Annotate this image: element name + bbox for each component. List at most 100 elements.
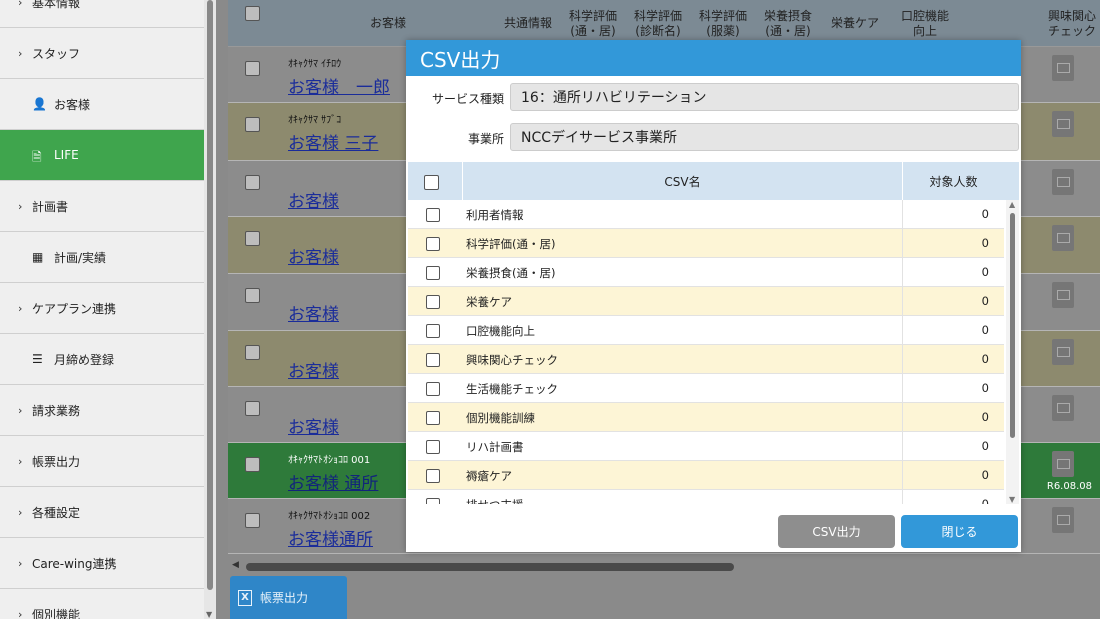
sidebar-item[interactable]: › Care-wing連携 xyxy=(0,538,204,589)
sidebar-item[interactable]: ☰ 月締め登録 xyxy=(0,334,204,385)
sidebar-item[interactable]: 👤 お客様 xyxy=(0,79,204,130)
scroll-up-arrow-icon[interactable]: ▲ xyxy=(1009,200,1015,209)
csv-item-checkbox[interactable] xyxy=(426,266,440,280)
csv-item-name: 個別機能訓練 xyxy=(466,411,535,425)
customer-name-link[interactable]: お客様 一郎 xyxy=(288,73,390,98)
row-checkbox[interactable] xyxy=(245,175,260,190)
sidebar-scrollbar[interactable]: ▼ xyxy=(204,0,216,619)
sidebar-item[interactable]: › スタッフ xyxy=(0,28,204,79)
list-item[interactable]: 排せつ支援 0 xyxy=(408,490,1004,504)
office-field: NCCデイサービス事業所 xyxy=(510,123,1019,151)
check-sheet-icon[interactable] xyxy=(1052,339,1074,365)
csv-item-name: 褥瘡ケア xyxy=(466,469,512,483)
sidebar-item-label: お客様 xyxy=(54,97,91,112)
list-item[interactable]: 生活機能チェック 0 xyxy=(408,374,1004,403)
csv-item-checkbox[interactable] xyxy=(426,440,440,454)
row-date: R6.08.08 xyxy=(1046,481,1092,492)
sidebar-item[interactable]: › 計画書 xyxy=(0,181,204,232)
document-icon: 🗎 xyxy=(32,150,42,164)
list-item[interactable]: 褥瘡ケア 0 xyxy=(408,461,1004,490)
horizontal-scroll-thumb[interactable] xyxy=(246,563,734,571)
csv-item-checkbox[interactable] xyxy=(426,295,440,309)
check-sheet-icon[interactable] xyxy=(1052,507,1074,533)
select-all-csv-checkbox[interactable] xyxy=(424,175,439,190)
table-horizontal-scrollbar[interactable]: ◀ xyxy=(228,560,1100,574)
list-item[interactable]: 科学評価(通・居) 0 xyxy=(408,229,1004,258)
check-sheet-icon[interactable] xyxy=(1052,282,1074,308)
customer-name-link[interactable]: お客様 xyxy=(288,357,339,382)
row-checkbox[interactable] xyxy=(245,231,260,246)
csv-export-button[interactable]: CSV出力 xyxy=(778,515,895,548)
csv-item-checkbox[interactable] xyxy=(426,353,440,367)
sidebar-item[interactable]: › 基本情報 xyxy=(0,0,204,28)
list-item[interactable]: 口腔機能向上 0 xyxy=(408,316,1004,345)
csv-item-count: 0 xyxy=(902,432,1004,461)
sidebar-item[interactable]: › 個別機能 xyxy=(0,589,204,619)
csv-item-checkbox[interactable] xyxy=(426,469,440,483)
csv-item-checkbox[interactable] xyxy=(426,237,440,251)
sidebar-item[interactable]: › 帳票出力 xyxy=(0,436,204,487)
chevron-right-icon: › xyxy=(18,199,23,213)
csv-item-checkbox[interactable] xyxy=(426,324,440,338)
customer-name-link[interactable]: お客様 xyxy=(288,300,339,325)
row-checkbox[interactable] xyxy=(245,513,260,528)
sidebar-item-label: LIFE xyxy=(54,148,79,162)
close-button[interactable]: 閉じる xyxy=(901,515,1018,548)
customer-name-link[interactable]: お客様 xyxy=(288,413,339,438)
csv-list-scrollbar[interactable]: ▲ ▼ xyxy=(1006,200,1019,504)
csv-item-checkbox[interactable] xyxy=(426,411,440,425)
customer-name-link[interactable]: お客様 三子 xyxy=(288,129,378,154)
list-item[interactable]: リハ計画書 0 xyxy=(408,432,1004,461)
csv-item-name: 排せつ支援 xyxy=(466,497,524,504)
customer-name-link[interactable]: お客様通所 xyxy=(288,525,373,550)
list-item[interactable]: 興味関心チェック 0 xyxy=(408,345,1004,374)
sidebar-item[interactable]: › 請求業務 xyxy=(0,385,204,436)
row-checkbox[interactable] xyxy=(245,288,260,303)
row-checkbox[interactable] xyxy=(245,345,260,360)
sidebar-item-label: 月締め登録 xyxy=(54,352,115,367)
select-all-checkbox[interactable] xyxy=(245,6,260,21)
check-sheet-icon[interactable] xyxy=(1052,225,1074,251)
scroll-left-arrow-icon[interactable]: ◀ xyxy=(232,560,239,570)
list-item[interactable]: 利用者情報 0 xyxy=(408,200,1004,229)
csv-item-checkbox[interactable] xyxy=(426,498,440,504)
chevron-right-icon: › xyxy=(18,607,23,619)
scroll-down-arrow-icon[interactable]: ▼ xyxy=(206,610,212,619)
sidebar: › 基本情報 › スタッフ 👤 お客様 🗎 LIFE › 計画書 ▦ 計画/実績 › ケアプラン連携 ☰ 月締… xyxy=(0,0,204,619)
sidebar-item[interactable]: › 各種設定 xyxy=(0,487,204,538)
chevron-right-icon: › xyxy=(18,454,23,468)
row-checkbox[interactable] xyxy=(245,61,260,76)
csv-item-count: 0 xyxy=(902,258,1004,287)
customer-name-link[interactable]: お客様 xyxy=(288,243,339,268)
check-sheet-icon[interactable] xyxy=(1052,169,1074,195)
scroll-down-arrow-icon[interactable]: ▼ xyxy=(1009,495,1015,504)
list-item[interactable]: 栄養ケア 0 xyxy=(408,287,1004,316)
list-item[interactable]: 個別機能訓練 0 xyxy=(408,403,1004,432)
check-sheet-icon[interactable] xyxy=(1052,451,1074,477)
list-item[interactable]: 栄養摂食(通・居) 0 xyxy=(408,258,1004,287)
csv-item-checkbox[interactable] xyxy=(426,382,440,396)
check-sheet-icon[interactable] xyxy=(1052,55,1074,81)
csv-item-checkbox[interactable] xyxy=(426,208,440,222)
customer-name-link[interactable]: お客様 通所 xyxy=(288,469,378,494)
customer-kana: ｵｷｬｸｻﾏﾄｵｼｮｺﾛ 001 xyxy=(288,455,371,466)
dialog-title: CSV出力 xyxy=(406,40,1021,76)
customer-name-link[interactable]: お客様 xyxy=(288,187,339,212)
report-output-button[interactable]: X 帳票出力 xyxy=(230,576,347,619)
sidebar-item[interactable]: 🗎 LIFE xyxy=(0,130,204,181)
sidebar-scroll-thumb[interactable] xyxy=(207,0,213,590)
sidebar-item[interactable]: › ケアプラン連携 xyxy=(0,283,204,334)
csv-list-scroll-thumb[interactable] xyxy=(1010,213,1015,438)
check-sheet-icon[interactable] xyxy=(1052,111,1074,137)
row-checkbox[interactable] xyxy=(245,117,260,132)
csv-item-name: 興味関心チェック xyxy=(466,353,558,367)
service-type-label: サービス種類 xyxy=(431,92,504,106)
row-checkbox[interactable] xyxy=(245,401,260,416)
row-checkbox[interactable] xyxy=(245,457,260,472)
check-sheet-icon[interactable] xyxy=(1052,395,1074,421)
csv-item-count: 0 xyxy=(902,374,1004,403)
database-icon: ☰ xyxy=(32,352,43,366)
sidebar-item[interactable]: ▦ 計画/実績 xyxy=(0,232,204,283)
service-type-field: 16：通所リハビリテーション xyxy=(510,83,1019,111)
csv-item-name: 科学評価(通・居) xyxy=(466,237,556,251)
